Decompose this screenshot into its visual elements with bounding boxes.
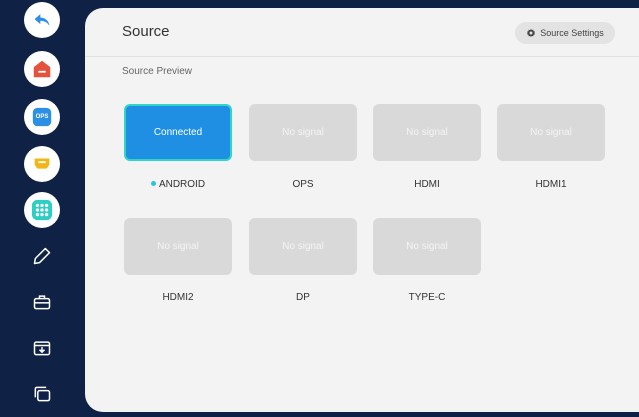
source-status: No signal (530, 127, 572, 138)
home-button[interactable] (24, 51, 60, 87)
source-tile-type-c[interactable]: No signal (373, 218, 481, 275)
pen-icon (33, 247, 51, 265)
ops-icon-label: OPS (35, 114, 49, 120)
windows-icon (34, 386, 51, 402)
source-status: Connected (153, 127, 203, 138)
back-arrow-icon (34, 14, 50, 26)
toolbox-icon (33, 295, 51, 310)
ops-button[interactable]: OPS (24, 99, 60, 135)
source-tile-dp[interactable]: No signal (249, 218, 357, 275)
source-tile-ops[interactable]: No signal (249, 104, 357, 161)
source-name-hdmi1: HDMI1 (535, 179, 567, 190)
source-status: No signal (282, 127, 324, 138)
source-status: No signal (157, 241, 199, 252)
hdmi-button[interactable] (24, 146, 60, 182)
source-name-text: ANDROID (158, 179, 206, 190)
source-tile-hdmi[interactable]: No signal (373, 104, 481, 161)
source-name-ops: OPS (292, 179, 314, 190)
source-name-hdmi: HDMI (414, 179, 440, 190)
source-status: No signal (406, 241, 448, 252)
download-icon (33, 341, 51, 356)
page-title: Source (122, 23, 170, 40)
sidebar: OPS (0, 0, 82, 417)
back-button[interactable] (24, 2, 60, 38)
source-status: No signal (406, 127, 448, 138)
source-settings-button[interactable]: Source Settings (515, 22, 615, 44)
windows-button[interactable] (24, 376, 60, 412)
toolbox-button[interactable] (24, 284, 60, 320)
apps-button[interactable] (24, 192, 60, 228)
source-tile-hdmi1[interactable]: No signal (497, 104, 605, 161)
source-name-android: ANDROID (124, 179, 232, 190)
source-name-type-c: TYPE-C (408, 292, 446, 303)
source-tile-android[interactable]: Connected (124, 104, 232, 161)
source-settings-label: Source Settings (540, 28, 604, 38)
source-name-dp: DP (296, 292, 310, 303)
connected-dot-icon (150, 180, 156, 186)
home-icon (33, 60, 51, 78)
gear-icon (527, 28, 536, 38)
source-name-hdmi2: HDMI2 (162, 292, 194, 303)
panel-header: Source Source Settings (85, 8, 639, 57)
hdmi-icon (34, 158, 50, 169)
source-panel: Source Source Settings Source Preview Co… (85, 8, 639, 412)
download-button[interactable] (24, 330, 60, 366)
source-preview-label: Source Preview (122, 66, 193, 77)
apps-grid-icon (31, 199, 53, 221)
source-tile-hdmi2[interactable]: No signal (124, 218, 232, 275)
pen-button[interactable] (24, 238, 60, 274)
source-status: No signal (282, 241, 324, 252)
